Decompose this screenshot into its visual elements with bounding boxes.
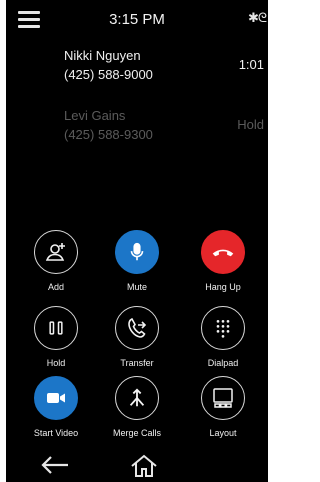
dialpad-label: Dialpad <box>207 358 239 368</box>
caller-phone: (425) 588-9000 <box>64 67 153 82</box>
call-screen: 3:15 PM ✱ᘓ Nikki Nguyen (425) 588-9000 1… <box>6 0 268 482</box>
dialpad-icon <box>201 306 245 350</box>
hang-up-button[interactable]: Hang Up <box>180 230 266 292</box>
video-camera-icon <box>34 376 78 420</box>
clock: 3:15 PM <box>109 11 165 28</box>
mute-button[interactable]: Mute <box>94 230 180 292</box>
back-arrow-icon[interactable] <box>40 454 70 476</box>
status-indicators: ✱ᘓ <box>247 10 267 26</box>
signal-icon: ᘓ <box>257 10 267 25</box>
dialpad-button[interactable]: Dialpad <box>180 306 266 368</box>
layout-button[interactable]: Layout <box>180 376 266 438</box>
pause-icon <box>34 306 78 350</box>
home-icon[interactable] <box>130 454 158 478</box>
add-label: Add <box>47 282 64 292</box>
add-button[interactable]: Add <box>13 230 99 292</box>
merge-calls-button[interactable]: Merge Calls <box>94 376 180 438</box>
start-video-button[interactable]: Start Video <box>13 376 99 438</box>
transfer-label: Transfer <box>120 358 154 368</box>
bluetooth-icon: ✱ <box>247 10 259 25</box>
mute-label: Mute <box>126 282 147 292</box>
hold-label: Hold <box>46 358 66 368</box>
hold-button[interactable]: Hold <box>13 306 99 368</box>
call-duration: 1:01 <box>238 57 264 72</box>
layout-label: Layout <box>209 428 237 438</box>
merge-calls-label: Merge Calls <box>112 428 161 438</box>
start-video-label: Start Video <box>33 428 79 438</box>
caller-name: Levi Gains <box>64 108 126 123</box>
layout-icon <box>201 376 245 420</box>
transfer-call-icon <box>115 306 159 350</box>
transfer-button[interactable]: Transfer <box>94 306 180 368</box>
hold-status: Hold <box>237 117 264 132</box>
add-person-icon <box>34 230 78 274</box>
caller-phone: (425) 588-9300 <box>64 127 153 142</box>
hang-up-icon <box>201 230 245 274</box>
merge-icon <box>115 376 159 420</box>
hang-up-label: Hang Up <box>205 282 241 292</box>
microphone-icon <box>115 230 159 274</box>
caller-name: Nikki Nguyen <box>64 48 141 63</box>
